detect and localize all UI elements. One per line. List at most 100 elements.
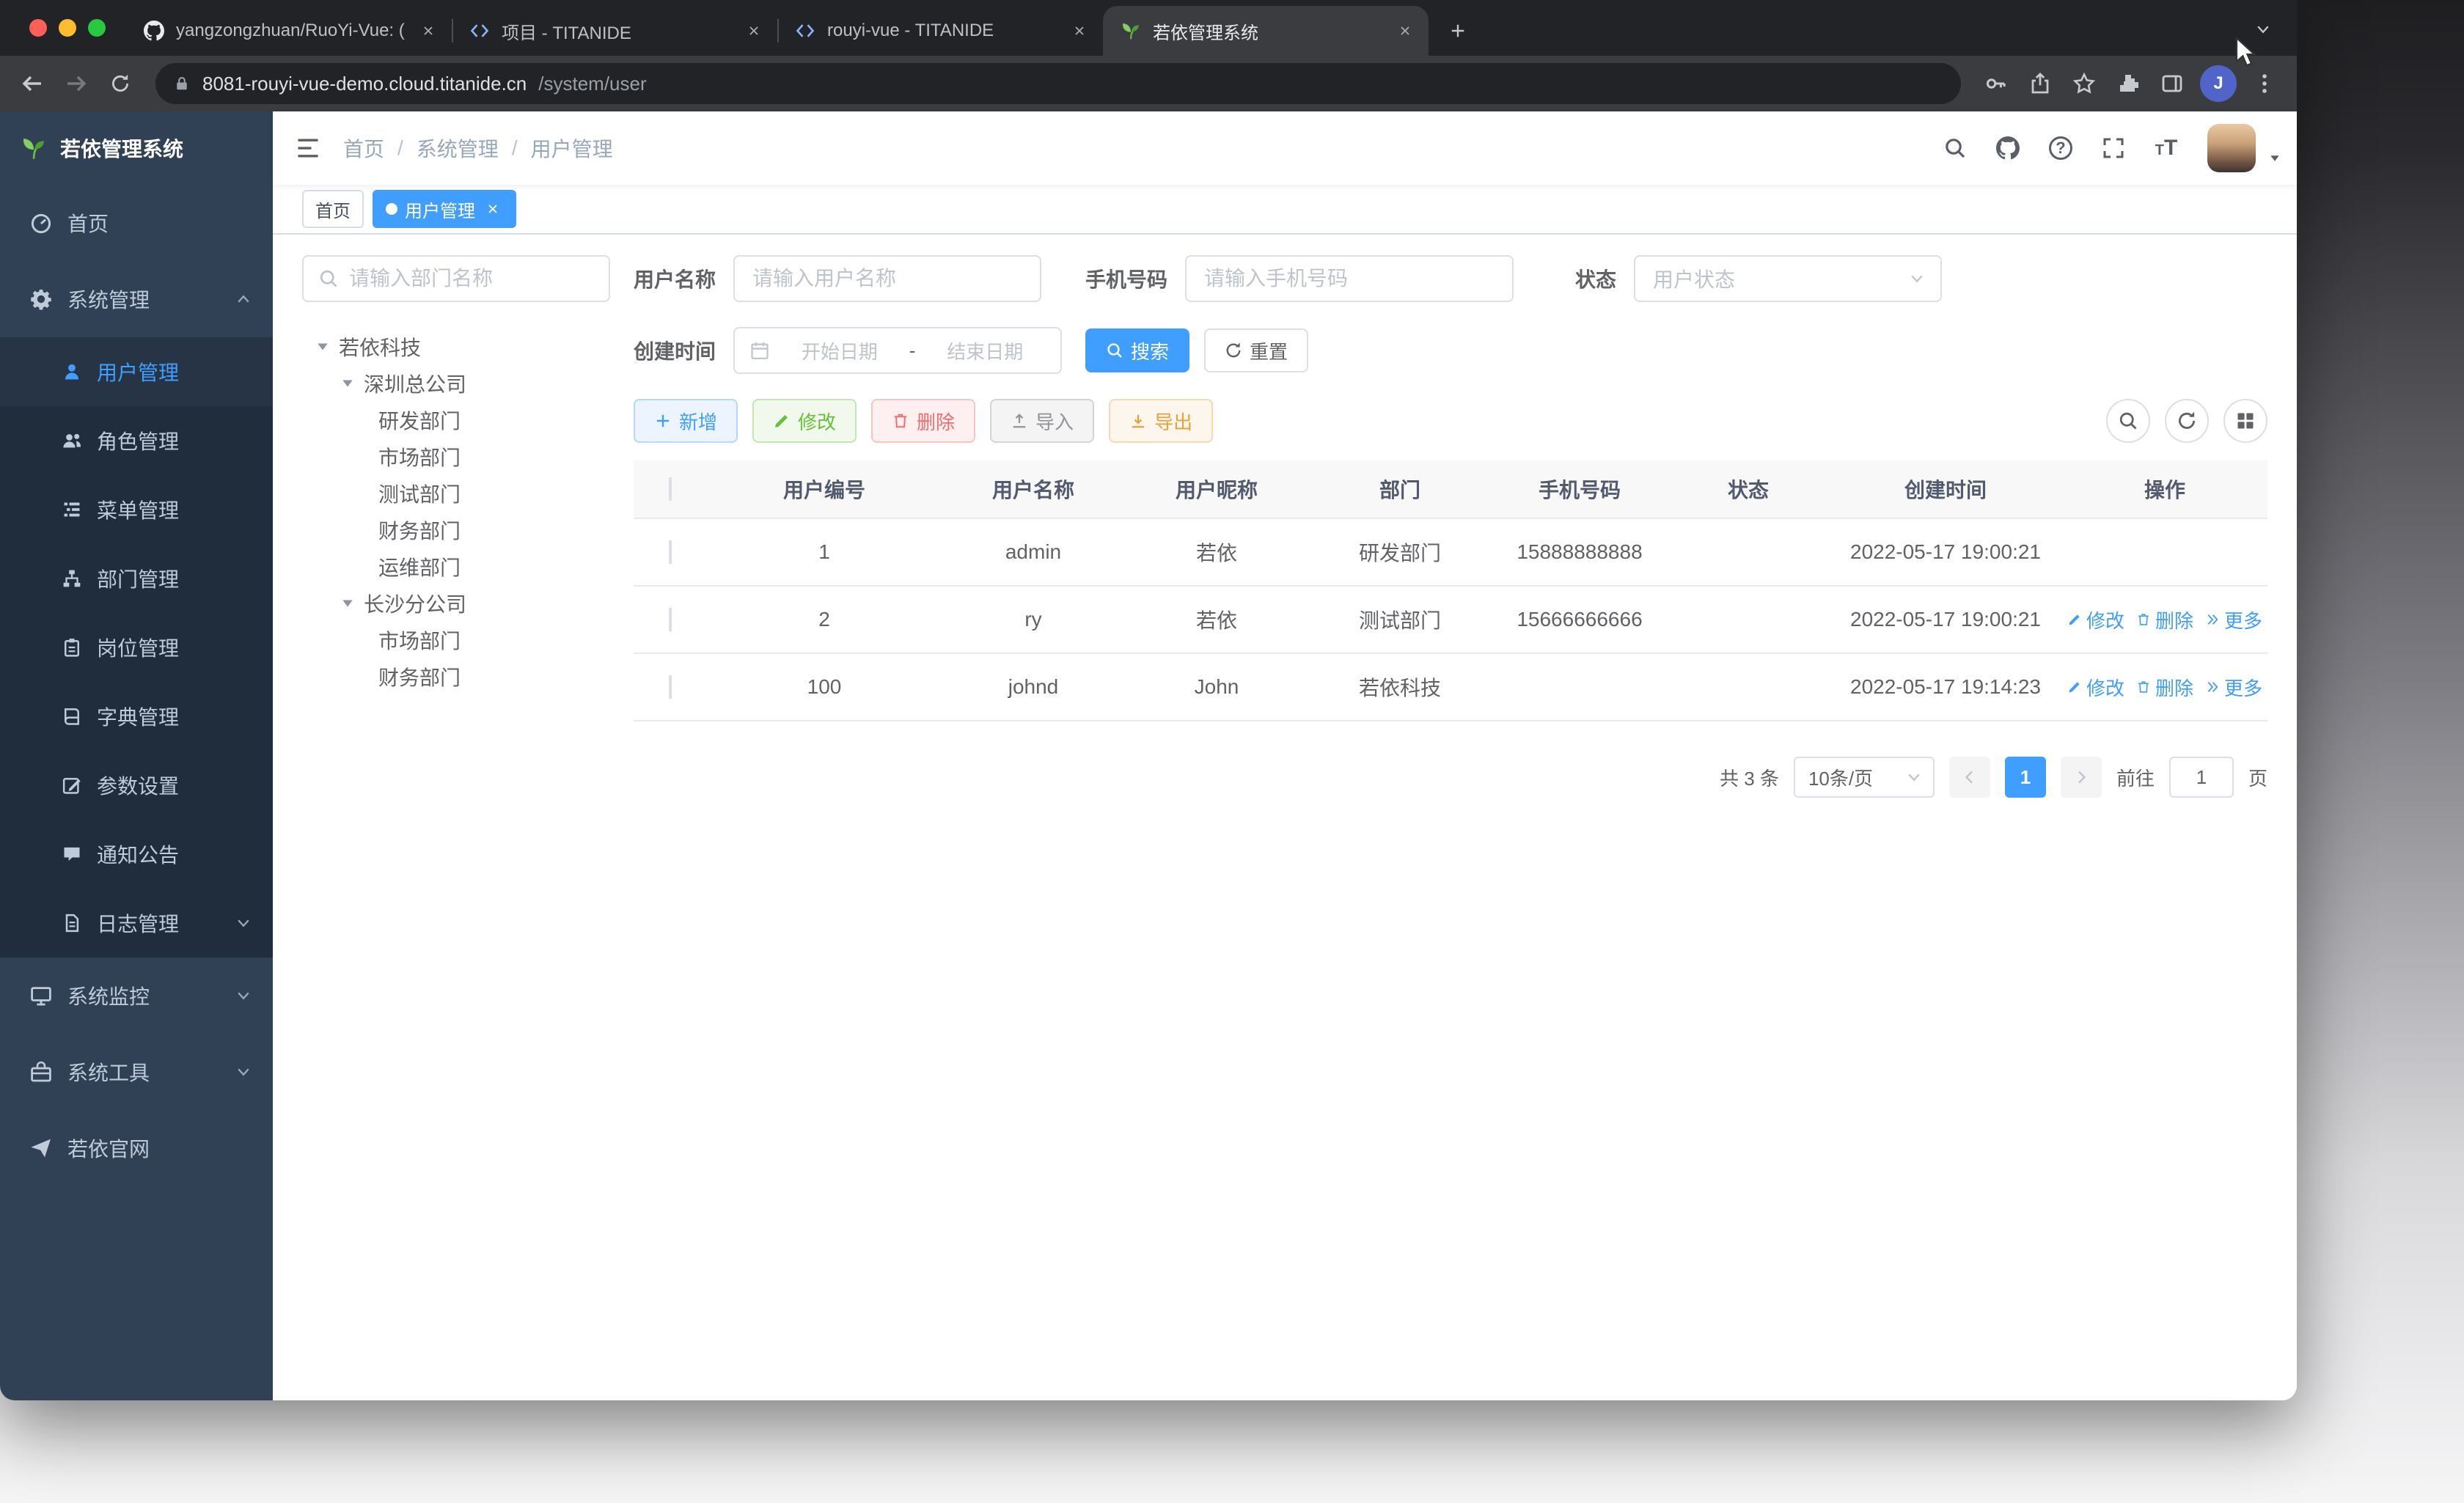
tab-close-icon[interactable] bbox=[1068, 19, 1091, 43]
font-size-icon[interactable] bbox=[2143, 111, 2190, 185]
status-select[interactable]: 用户状态 bbox=[1634, 255, 1943, 302]
row-edit-link[interactable]: 修改 bbox=[2067, 606, 2124, 633]
back-button[interactable] bbox=[12, 63, 53, 104]
tree-node[interactable]: 深圳总公司 bbox=[302, 365, 610, 402]
sidebar-item-user-mgmt[interactable]: 用户管理 bbox=[0, 337, 273, 406]
menu-list-icon bbox=[62, 499, 82, 520]
help-question-icon[interactable] bbox=[2037, 111, 2084, 185]
sidebar-item-system-monitor[interactable]: 系统监控 bbox=[0, 958, 273, 1034]
breadcrumb-item[interactable]: 首页 bbox=[343, 133, 384, 163]
tab-close-icon[interactable] bbox=[417, 19, 440, 43]
row-checkbox[interactable] bbox=[669, 608, 672, 631]
github-icon[interactable] bbox=[1984, 111, 2031, 185]
delete-button[interactable]: 删除 bbox=[871, 399, 976, 443]
user-avatar[interactable] bbox=[2207, 124, 2256, 172]
browser-profile-avatar[interactable]: J bbox=[2200, 65, 2237, 102]
caret-down-icon[interactable] bbox=[339, 375, 356, 392]
browser-tab-rouyi-vue[interactable]: rouyi-vue - TITANIDE bbox=[777, 6, 1103, 56]
import-button[interactable]: 导入 bbox=[990, 399, 1095, 443]
tree-node[interactable]: 若依科技 bbox=[302, 328, 610, 365]
sidebar-item-notice[interactable]: 通知公告 bbox=[0, 820, 273, 889]
sidebar-item-param-settings[interactable]: 参数设置 bbox=[0, 751, 273, 820]
close-window-button[interactable] bbox=[29, 19, 47, 37]
add-button[interactable]: 新增 bbox=[634, 399, 738, 443]
tree-node[interactable]: 长沙分公司 bbox=[302, 585, 610, 622]
edit-button[interactable]: 修改 bbox=[752, 399, 857, 443]
side-panel-icon[interactable] bbox=[2152, 63, 2193, 104]
extensions-puzzle-icon[interactable] bbox=[2108, 63, 2149, 104]
row-edit-link[interactable]: 修改 bbox=[2067, 674, 2124, 701]
date-range-picker[interactable]: 开始日期 - 结束日期 bbox=[733, 327, 1063, 374]
row-more-link[interactable]: 更多 bbox=[2205, 606, 2262, 633]
tree-node[interactable]: 测试部门 bbox=[302, 475, 610, 512]
browser-menu-kebab-icon[interactable] bbox=[2244, 63, 2285, 104]
tree-node[interactable]: 财务部门 bbox=[302, 512, 610, 548]
sidebar-item-system-mgmt[interactable]: 系统管理 bbox=[0, 261, 273, 337]
row-delete-link[interactable]: 删除 bbox=[2136, 674, 2193, 701]
share-icon[interactable] bbox=[2020, 63, 2061, 104]
app-logo[interactable]: 若依管理系统 bbox=[0, 111, 273, 185]
sidebar-item-role-mgmt[interactable]: 角色管理 bbox=[0, 406, 273, 475]
zoom-window-button[interactable] bbox=[88, 19, 106, 37]
phone-input[interactable] bbox=[1185, 255, 1514, 302]
forward-button[interactable] bbox=[56, 63, 97, 104]
breadcrumb: 首页 / 系统管理 / 用户管理 bbox=[343, 133, 613, 163]
tag-close-icon[interactable] bbox=[483, 199, 503, 219]
tag-home[interactable]: 首页 bbox=[302, 190, 364, 228]
tab-search-chevron-icon[interactable] bbox=[2244, 10, 2282, 48]
sidebar-item-dict-mgmt[interactable]: 字典管理 bbox=[0, 682, 273, 751]
reload-button[interactable] bbox=[100, 63, 141, 104]
address-bar[interactable]: 8081-rouyi-vue-demo.cloud.titanide.cn/sy… bbox=[155, 63, 1961, 104]
sidebar-item-menu-mgmt[interactable]: 菜单管理 bbox=[0, 475, 273, 544]
new-tab-button[interactable] bbox=[1437, 10, 1478, 51]
row-delete-link[interactable]: 删除 bbox=[2136, 606, 2193, 633]
sidebar-item-label: 菜单管理 bbox=[97, 499, 180, 522]
breadcrumb-item[interactable]: 系统管理 bbox=[417, 133, 499, 163]
caret-down-icon[interactable] bbox=[314, 338, 331, 356]
sidebar-item-official-site[interactable]: 若依官网 bbox=[0, 1110, 273, 1186]
browser-tab-github[interactable]: yangzongzhuan/RuoYi-Vue: (R bbox=[126, 6, 452, 56]
refresh-table-button[interactable] bbox=[2165, 399, 2209, 443]
page-size-select[interactable]: 10条/页 bbox=[1793, 757, 1935, 798]
browser-tab-project[interactable]: 项目 - TITANIDE bbox=[452, 6, 777, 56]
next-page-button[interactable] bbox=[2060, 757, 2102, 798]
row-checkbox[interactable] bbox=[669, 675, 672, 699]
prev-page-button[interactable] bbox=[1948, 757, 1990, 798]
row-checkbox[interactable] bbox=[669, 540, 672, 564]
sidebar-item-dept-mgmt[interactable]: 部门管理 bbox=[0, 544, 273, 613]
tab-close-icon[interactable] bbox=[1393, 19, 1417, 43]
fullscreen-icon[interactable] bbox=[2090, 111, 2137, 185]
toggle-search-button[interactable] bbox=[2106, 399, 2150, 443]
browser-tab-ruoyi-admin[interactable]: 若依管理系统 bbox=[1103, 6, 1429, 56]
dept-search-input[interactable] bbox=[349, 267, 594, 290]
search-button[interactable]: 搜索 bbox=[1085, 328, 1190, 372]
column-settings-button[interactable] bbox=[2223, 399, 2267, 443]
sidebar-item-system-tools[interactable]: 系统工具 bbox=[0, 1034, 273, 1110]
page-number-button[interactable]: 1 bbox=[2004, 757, 2046, 798]
tab-close-icon[interactable] bbox=[742, 19, 766, 43]
tree-node-label: 若依科技 bbox=[339, 337, 422, 359]
reset-button[interactable]: 重置 bbox=[1204, 328, 1309, 372]
tree-node[interactable]: 研发部门 bbox=[302, 402, 610, 438]
tag-user-mgmt[interactable]: 用户管理 bbox=[373, 190, 516, 228]
password-key-icon[interactable] bbox=[1976, 63, 2017, 104]
goto-page-input[interactable] bbox=[2168, 757, 2234, 798]
sidebar-item-log-mgmt[interactable]: 日志管理 bbox=[0, 889, 273, 958]
tree-node[interactable]: 运维部门 bbox=[302, 548, 610, 585]
header-search-icon[interactable] bbox=[1932, 111, 1979, 185]
minimize-window-button[interactable] bbox=[59, 19, 76, 37]
sidebar-collapse-icon[interactable] bbox=[273, 111, 343, 185]
tree-node[interactable]: 市场部门 bbox=[302, 438, 610, 475]
sidebar-item-post-mgmt[interactable]: 岗位管理 bbox=[0, 613, 273, 682]
select-all-checkbox[interactable] bbox=[669, 477, 672, 501]
sidebar-item-home[interactable]: 首页 bbox=[0, 185, 273, 261]
table-row: 1 admin 若依 研发部门 15888888888 2022-05-17 1… bbox=[634, 519, 2267, 587]
row-more-link[interactable]: 更多 bbox=[2205, 674, 2262, 701]
bookmark-star-icon[interactable] bbox=[2064, 63, 2105, 104]
export-button[interactable]: 导出 bbox=[1109, 399, 1214, 443]
caret-down-icon[interactable] bbox=[339, 595, 356, 612]
goto-unit: 页 bbox=[2248, 767, 2267, 790]
tree-node[interactable]: 财务部门 bbox=[302, 658, 610, 695]
tree-node[interactable]: 市场部门 bbox=[302, 622, 610, 658]
username-input[interactable] bbox=[733, 255, 1042, 302]
